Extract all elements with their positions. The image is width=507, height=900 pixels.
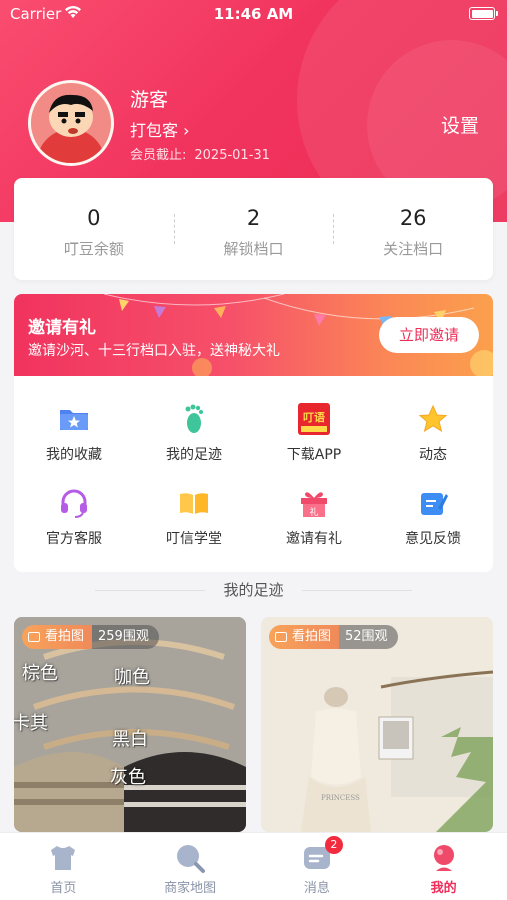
tag-type: 看拍图: [269, 625, 340, 649]
camera-icon: [275, 632, 287, 642]
grid-item-moments[interactable]: 动态: [373, 402, 493, 464]
grid-item-favorites[interactable]: 我的收藏: [14, 402, 134, 464]
member-expiry-date: 2025-01-31: [194, 148, 270, 163]
invite-subtitle: 邀请沙河、十三行档口入驻，送神秘大礼: [28, 343, 280, 359]
grid-item-invite-gift[interactable]: 礼 邀请有礼: [254, 486, 374, 548]
member-expiry-label: 会员截止:: [130, 148, 187, 163]
grid-label: 下载APP: [286, 447, 342, 463]
app-logo-icon: 叮语: [297, 402, 331, 436]
gift-icon-text: 礼: [309, 506, 318, 518]
stat-label: 关注档口: [383, 240, 444, 258]
product-tag: 看拍图 52围观: [269, 625, 398, 649]
folder-star-icon: [57, 402, 91, 436]
status-bar: Carrier 11:46 AM: [0, 0, 507, 28]
feedback-edit-icon: [416, 486, 450, 520]
tab-home[interactable]: 首页: [0, 833, 127, 900]
grid-item-customer-service[interactable]: 官方客服: [14, 486, 134, 548]
chevron-right-icon: ›: [183, 121, 190, 140]
star-icon: [416, 402, 450, 436]
role-label: 打包客: [130, 121, 179, 140]
role-link[interactable]: 打包客 ›: [130, 117, 190, 141]
tab-label: 商家地图: [164, 881, 217, 896]
grid-label: 意见反馈: [405, 531, 461, 547]
grid-label: 我的收藏: [46, 447, 102, 463]
stat-label: 叮豆余额: [63, 240, 124, 258]
cartoon-avatar-image: [31, 83, 111, 163]
color-label: 灰色: [110, 767, 146, 788]
headset-icon: [57, 486, 91, 520]
color-label: 黑白: [112, 729, 148, 750]
stats-card: 0 叮豆余额 2 解锁档口 26 关注档口: [14, 178, 493, 280]
color-label: 棕色: [22, 663, 58, 684]
app-logo-text: 叮语: [303, 410, 325, 424]
tab-label: 首页: [50, 881, 77, 896]
color-label: 咖色: [114, 667, 150, 688]
grid-label: 动态: [419, 447, 447, 463]
footprint-icon: [177, 402, 211, 436]
map-search-icon: [174, 842, 206, 874]
feature-grid: 我的收藏 我的足迹 叮语 下载APP 动态 官方客服 叮信学堂 礼 邀请有礼 意…: [14, 376, 493, 572]
tab-label: 消息: [303, 881, 330, 896]
stat-value: 26: [399, 206, 427, 230]
tab-messages[interactable]: 2 消息: [254, 833, 381, 900]
product-tag: 看拍图 259围观: [22, 625, 159, 649]
home-shirt-icon: [47, 842, 79, 874]
invite-title: 邀请有礼: [28, 318, 96, 338]
message-icon: 2: [301, 836, 343, 874]
grid-label: 叮信学堂: [166, 531, 222, 547]
camera-icon: [28, 632, 40, 642]
invite-banner[interactable]: 邀请有礼 邀请沙河、十三行档口入驻，送神秘大礼 立即邀请: [14, 294, 493, 376]
color-label: 卡其: [14, 713, 48, 734]
watermark-text: PRINCESS: [321, 794, 360, 802]
tag-type-label: 看拍图: [45, 629, 85, 644]
grid-label: 官方客服: [46, 531, 102, 547]
member-expiry: 会员截止: 2025-01-31: [130, 144, 270, 163]
tag-type-label: 看拍图: [292, 629, 332, 644]
grid-item-academy[interactable]: 叮信学堂: [134, 486, 254, 548]
stat-label: 解锁档口: [223, 240, 284, 258]
grid-label: 我的足迹: [166, 447, 222, 463]
settings-link[interactable]: 设置: [441, 111, 479, 138]
product-card[interactable]: PRINCESS 看拍图 52围观: [261, 617, 493, 832]
product-image: PRINCESS: [261, 617, 493, 832]
username: 游客: [130, 89, 169, 111]
avatar[interactable]: [28, 80, 114, 166]
view-count: 259围观: [92, 625, 159, 649]
view-count: 52围观: [339, 625, 398, 649]
gift-icon: 礼: [297, 486, 331, 520]
grid-item-feedback[interactable]: 意见反馈: [373, 486, 493, 548]
section-title-footprints: 我的足迹: [0, 579, 507, 600]
profile-icon: [428, 842, 460, 874]
battery-icon: [469, 7, 498, 20]
clock: 11:46 AM: [213, 5, 294, 23]
product-card[interactable]: 看拍图 259围观 棕色 咖色 卡其 黑白 灰色: [14, 617, 246, 832]
stat-unlocked-stalls[interactable]: 2 解锁档口: [173, 178, 334, 280]
unread-badge: 2: [324, 836, 343, 854]
stat-followed-stalls[interactable]: 26 关注档口: [333, 178, 493, 280]
tab-merchant-map[interactable]: 商家地图: [127, 833, 254, 900]
grid-item-download-app[interactable]: 叮语 下载APP: [254, 402, 374, 464]
tab-profile[interactable]: 我的: [380, 833, 507, 900]
open-book-icon: [177, 486, 211, 520]
tab-label: 我的: [430, 881, 457, 896]
stat-bean-balance[interactable]: 0 叮豆余额: [14, 178, 174, 280]
grid-label: 邀请有礼: [286, 531, 342, 547]
stat-value: 2: [246, 206, 261, 230]
invite-now-button[interactable]: 立即邀请: [379, 317, 479, 353]
stat-value: 0: [87, 206, 101, 230]
grid-item-footprints[interactable]: 我的足迹: [134, 402, 254, 464]
tag-type: 看拍图: [22, 625, 93, 649]
tab-bar: 首页 商家地图 2 消息 我的: [0, 832, 507, 900]
